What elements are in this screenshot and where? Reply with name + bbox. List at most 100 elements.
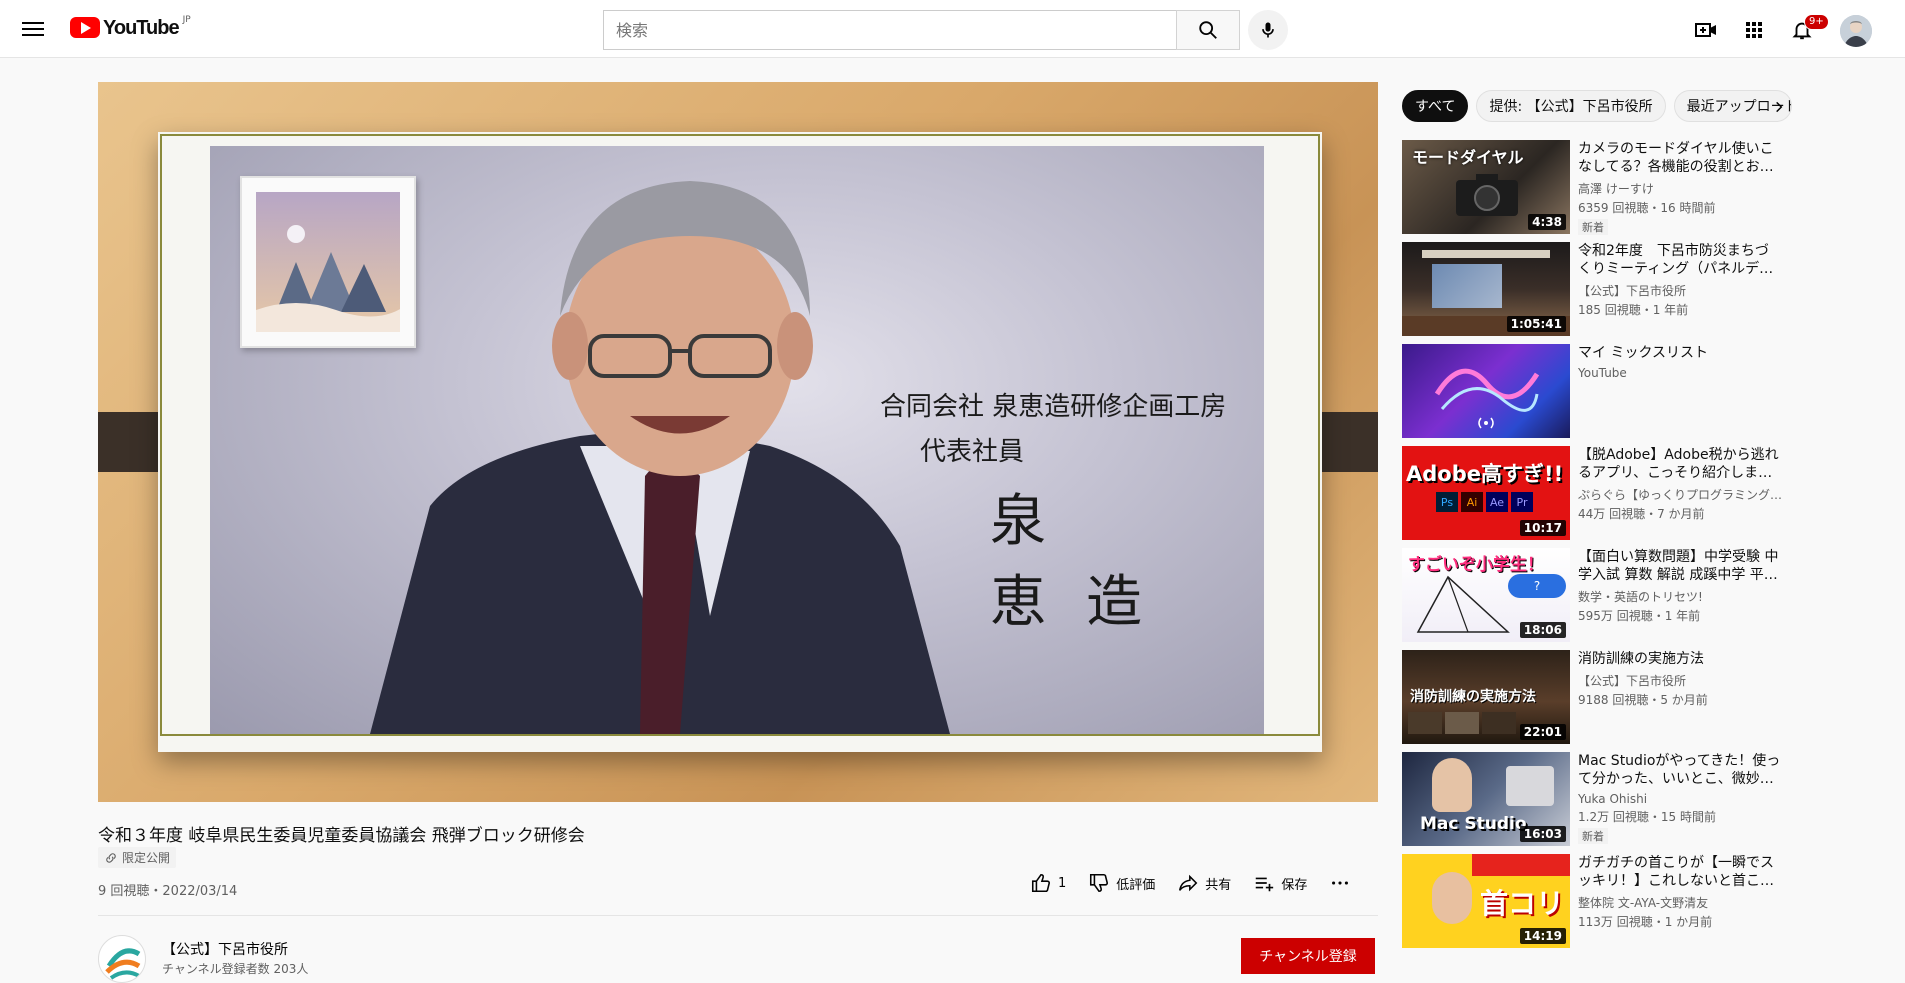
- recommendation-item[interactable]: マイ ミックスリスト YouTube: [1402, 344, 1782, 446]
- recommendation-meta: 595万 回視聴・1 年前: [1578, 609, 1701, 623]
- video-player[interactable]: 合同会社 泉恵造研修企画工房 代表社員 泉 恵造: [98, 82, 1378, 802]
- like-button[interactable]: 1: [1030, 872, 1066, 894]
- more-actions-button[interactable]: [1329, 872, 1357, 894]
- thumbnail-caption: Adobe高すぎ!!: [1406, 462, 1564, 486]
- info-divider: [98, 915, 1378, 916]
- recommendation-title[interactable]: マイ ミックスリスト: [1578, 344, 1782, 362]
- apps-button[interactable]: [1734, 14, 1774, 46]
- save-button[interactable]: 保存: [1253, 872, 1307, 894]
- video-duration: 14:19: [1519, 928, 1566, 944]
- search-input[interactable]: [603, 10, 1176, 50]
- mix-art-icon: [1434, 368, 1540, 412]
- logo-region: JP: [182, 15, 191, 25]
- video-thumbnail[interactable]: Adobe高すぎ!! Ps Ai Ae Pr 10:17: [1402, 446, 1570, 540]
- recommendation-title[interactable]: Mac Studioがやってきた！使って分かった、いいとこ、微妙…: [1578, 752, 1782, 788]
- recommendation-item[interactable]: 1:05:41 令和2年度 下呂市防災まちづくりミーティング（パネルデ… 【公式…: [1402, 242, 1782, 344]
- voice-search-button[interactable]: [1248, 10, 1288, 50]
- recommendation-channel: ぷらぐら【ゆっくりプログラミング…: [1578, 488, 1782, 502]
- video-scene: 合同会社 泉恵造研修企画工房 代表社員 泉 恵造: [210, 146, 1264, 734]
- microphone-icon: [1262, 22, 1274, 38]
- video-thumbnail[interactable]: 1:05:41: [1402, 242, 1570, 336]
- city-logo-icon: [105, 948, 141, 980]
- thumbs-down-icon: [1090, 873, 1109, 893]
- apps-grid-icon: [1746, 22, 1762, 38]
- search-bar: [603, 10, 1240, 50]
- video-actions: 1 低評価 共有 保存: [1030, 872, 1379, 894]
- account-avatar[interactable]: [1840, 15, 1872, 47]
- recommendation-channel: Yuka Ohishi: [1578, 792, 1648, 806]
- recommendation-title[interactable]: 【面白い算数問題】中学受験 中学入試 算数 解説 成蹊中学 平…: [1578, 548, 1782, 584]
- recommendation-item[interactable]: Adobe高すぎ!! Ps Ai Ae Pr 10:17 【脱Adobe】Ado…: [1402, 446, 1782, 548]
- video-plus-icon: [1695, 23, 1716, 37]
- thumbs-up-icon: [1031, 873, 1051, 893]
- recommendation-meta: 1.2万 回視聴・15 時間前: [1578, 810, 1716, 824]
- recommendation-channel: 【公式】下呂市役所: [1578, 284, 1687, 298]
- video-title: 令和３年度 岐阜県民生委員児童委員協議会 飛弾ブロック研修会: [98, 826, 585, 846]
- geometry-diagram-icon: [1416, 575, 1510, 633]
- recommendation-meta: 6359 回視聴・16 時間前: [1578, 201, 1716, 215]
- recommendation-item[interactable]: 首コリ 14:19 ガチガチの首こりが【一瞬でスッキリ！】これしないと首こ… 整…: [1402, 854, 1782, 956]
- video-duration: 18:06: [1519, 622, 1566, 638]
- recommendations-list: モードダイヤル 4:38 カメラのモードダイヤル使いこなしてる？各機能の役割とお…: [1402, 140, 1782, 956]
- recommendation-item[interactable]: すごいぞ小学生！ ? 18:06 【面白い算数問題】中学受験 中学入試 算数 解…: [1402, 548, 1782, 650]
- privacy-label: 限定公開: [122, 851, 171, 865]
- recommendation-title[interactable]: 【脱Adobe】Adobe税から逃れるアプリ、こっそり紹介しま…: [1578, 446, 1782, 482]
- channel-avatar[interactable]: [98, 935, 146, 983]
- recommendation-channel: 数学・英語のトリセツ!: [1578, 590, 1703, 604]
- recommendation-title[interactable]: 消防訓練の実施方法: [1578, 650, 1782, 668]
- video-thumbnail[interactable]: Mac Studio 16:03: [1402, 752, 1570, 846]
- thumbnail-caption: Mac Studio: [1420, 814, 1527, 834]
- channel-name[interactable]: 【公式】下呂市役所: [162, 939, 288, 959]
- recommendation-meta: 185 回視聴・1 年前: [1578, 303, 1689, 317]
- thumbnail-caption: 首コリ: [1480, 887, 1565, 920]
- recommendation-channel: 【公式】下呂市役所: [1578, 674, 1687, 688]
- video-thumbnail[interactable]: [1402, 344, 1570, 438]
- radio-waves-icon: [1478, 417, 1494, 429]
- logo-text: YouTube: [103, 17, 180, 39]
- recommendation-item[interactable]: モードダイヤル 4:38 カメラのモードダイヤル使いこなしてる？各機能の役割とお…: [1402, 140, 1782, 242]
- video-frame: 合同会社 泉恵造研修企画工房 代表社員 泉 恵造: [158, 132, 1322, 752]
- video-duration: 4:38: [1528, 214, 1566, 230]
- notifications-button[interactable]: 9+: [1782, 14, 1829, 46]
- recommendation-channel: 高澤 けーすけ: [1578, 182, 1654, 196]
- more-horizontal-icon: [1332, 881, 1349, 885]
- youtube-logo[interactable]: YouTube JP: [70, 15, 191, 39]
- recommendation-item[interactable]: 消防訓練の実施方法 22:01 消防訓練の実施方法 【公式】下呂市役所 9188…: [1402, 650, 1782, 752]
- search-button[interactable]: [1176, 10, 1240, 50]
- notification-badge: 9+: [1804, 14, 1829, 30]
- channel-subscriber-count: チャンネル登録者数 203人: [162, 962, 309, 976]
- menu-icon[interactable]: [22, 18, 44, 40]
- privacy-badge: 限定公開: [98, 847, 177, 868]
- video-caption-role: 代表社員: [920, 437, 1025, 467]
- recommendation-item[interactable]: Mac Studio 16:03 Mac Studioがやってきた！使って分かっ…: [1402, 752, 1782, 854]
- video-thumbnail[interactable]: すごいぞ小学生！ ? 18:06: [1402, 548, 1570, 642]
- share-button[interactable]: 共有: [1177, 872, 1231, 894]
- video-caption-company: 合同会社 泉恵造研修企画工房: [880, 392, 1227, 422]
- chips-next-button[interactable]: [1767, 95, 1791, 119]
- recommendation-title[interactable]: カメラのモードダイヤル使いこなしてる？各機能の役割とお…: [1578, 140, 1782, 176]
- recommendation-meta: 113万 回視聴・1 か月前: [1578, 915, 1713, 929]
- video-thumbnail[interactable]: 消防訓練の実施方法 22:01: [1402, 650, 1570, 744]
- recommendation-channel: 整体院 文-AYA-文野清友: [1578, 896, 1709, 910]
- top-bar: YouTube JP 9+: [0, 0, 1905, 58]
- subscribe-button[interactable]: チャンネル登録: [1241, 938, 1375, 974]
- recommendation-channel: YouTube: [1578, 366, 1627, 380]
- like-count: 1: [1058, 875, 1067, 891]
- recommendation-title[interactable]: 令和2年度 下呂市防災まちづくりミーティング（パネルデ…: [1578, 242, 1782, 278]
- video-caption-name: 泉 恵造: [990, 489, 1182, 635]
- video-thumbnail[interactable]: 首コリ 14:19: [1402, 854, 1570, 948]
- recommendation-meta: 44万 回視聴・7 か月前: [1578, 507, 1705, 521]
- video-thumbnail[interactable]: モードダイヤル 4:38: [1402, 140, 1570, 234]
- chip-from-channel[interactable]: 提供: 【公式】下呂市役所: [1476, 90, 1666, 122]
- playlist-add-icon: [1256, 877, 1274, 892]
- video-duration: 10:17: [1519, 520, 1566, 536]
- presenter-figure: [370, 181, 950, 734]
- dislike-label: 低評価: [1116, 877, 1156, 893]
- recommendation-title[interactable]: ガチガチの首こりが【一瞬でスッキリ！】これしないと首こ…: [1578, 854, 1782, 890]
- dislike-button[interactable]: 低評価: [1088, 872, 1155, 894]
- create-video-button[interactable]: [1686, 14, 1726, 46]
- video-duration: 1:05:41: [1506, 316, 1566, 332]
- video-duration: 16:03: [1519, 826, 1566, 842]
- related-filter-chips: すべて 提供: 【公式】下呂市役所 最近アップロードされた動画: [1402, 90, 1800, 122]
- chip-all[interactable]: すべて: [1402, 90, 1469, 122]
